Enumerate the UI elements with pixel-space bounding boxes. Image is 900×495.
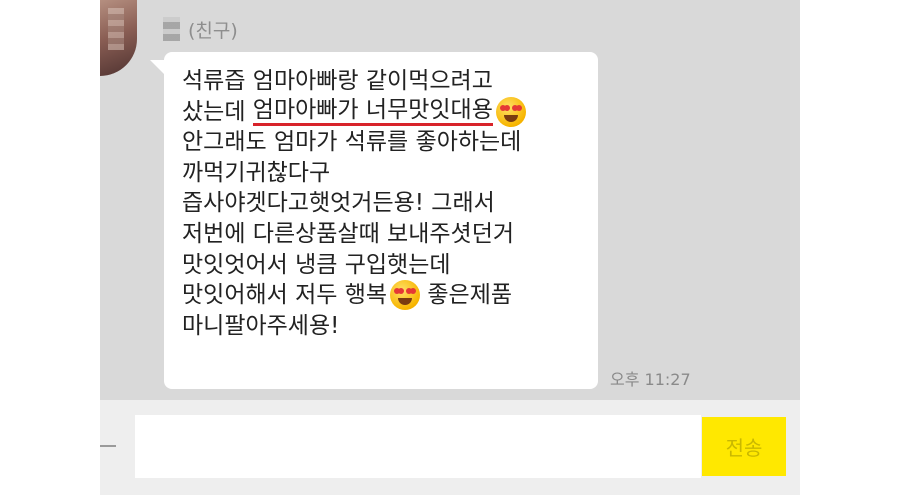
- message-bubble[interactable]: 석류즙 엄마아빠랑 같이먹으려고 샀는데 엄마아빠가 너무맛잇대용 안그래도 엄…: [164, 52, 598, 389]
- message-line: 까먹기귀찮다구: [182, 159, 331, 186]
- underlined-highlight: 엄마아빠가 너무맛잇대용: [252, 97, 493, 127]
- heart-eyes-emoji-icon: [390, 280, 421, 311]
- message-input[interactable]: [135, 415, 701, 478]
- message-line: 석류즙 엄마아빠랑 같이먹으려고: [182, 68, 493, 94]
- menu-icon[interactable]: [100, 445, 116, 447]
- sender-name: (친구): [163, 16, 238, 42]
- message-line: 맛잇어해서 저두 행복 좋은제품: [182, 280, 592, 311]
- message-text: 석류즙 엄마아빠랑 같이먹으려고 샀는데 엄마아빠가 너무맛잇대용 안그래도 엄…: [182, 66, 592, 341]
- sender-name-suffix: (친구): [188, 19, 238, 42]
- sender-name-redacted: [163, 17, 180, 41]
- message-line: 맛잇엇어서 냉큼 구입햇는데: [182, 251, 451, 278]
- heart-eyes-emoji-icon: [495, 96, 526, 127]
- message-timestamp: 오후 11:27: [610, 370, 691, 389]
- message-line: 저번에 다른상품살때 보내주셧던거: [182, 220, 515, 247]
- message-line: 마니팔아주세용!: [182, 312, 340, 339]
- message-line: 안그래도 엄마가 석류를 좋아하는데: [182, 129, 522, 156]
- send-button[interactable]: 전송: [702, 417, 786, 476]
- message-line: 샀는데 엄마아빠가 너무맛잇대용: [182, 96, 592, 128]
- message-line: 즙사야겟다고햇엇거든용! 그래서: [182, 190, 495, 217]
